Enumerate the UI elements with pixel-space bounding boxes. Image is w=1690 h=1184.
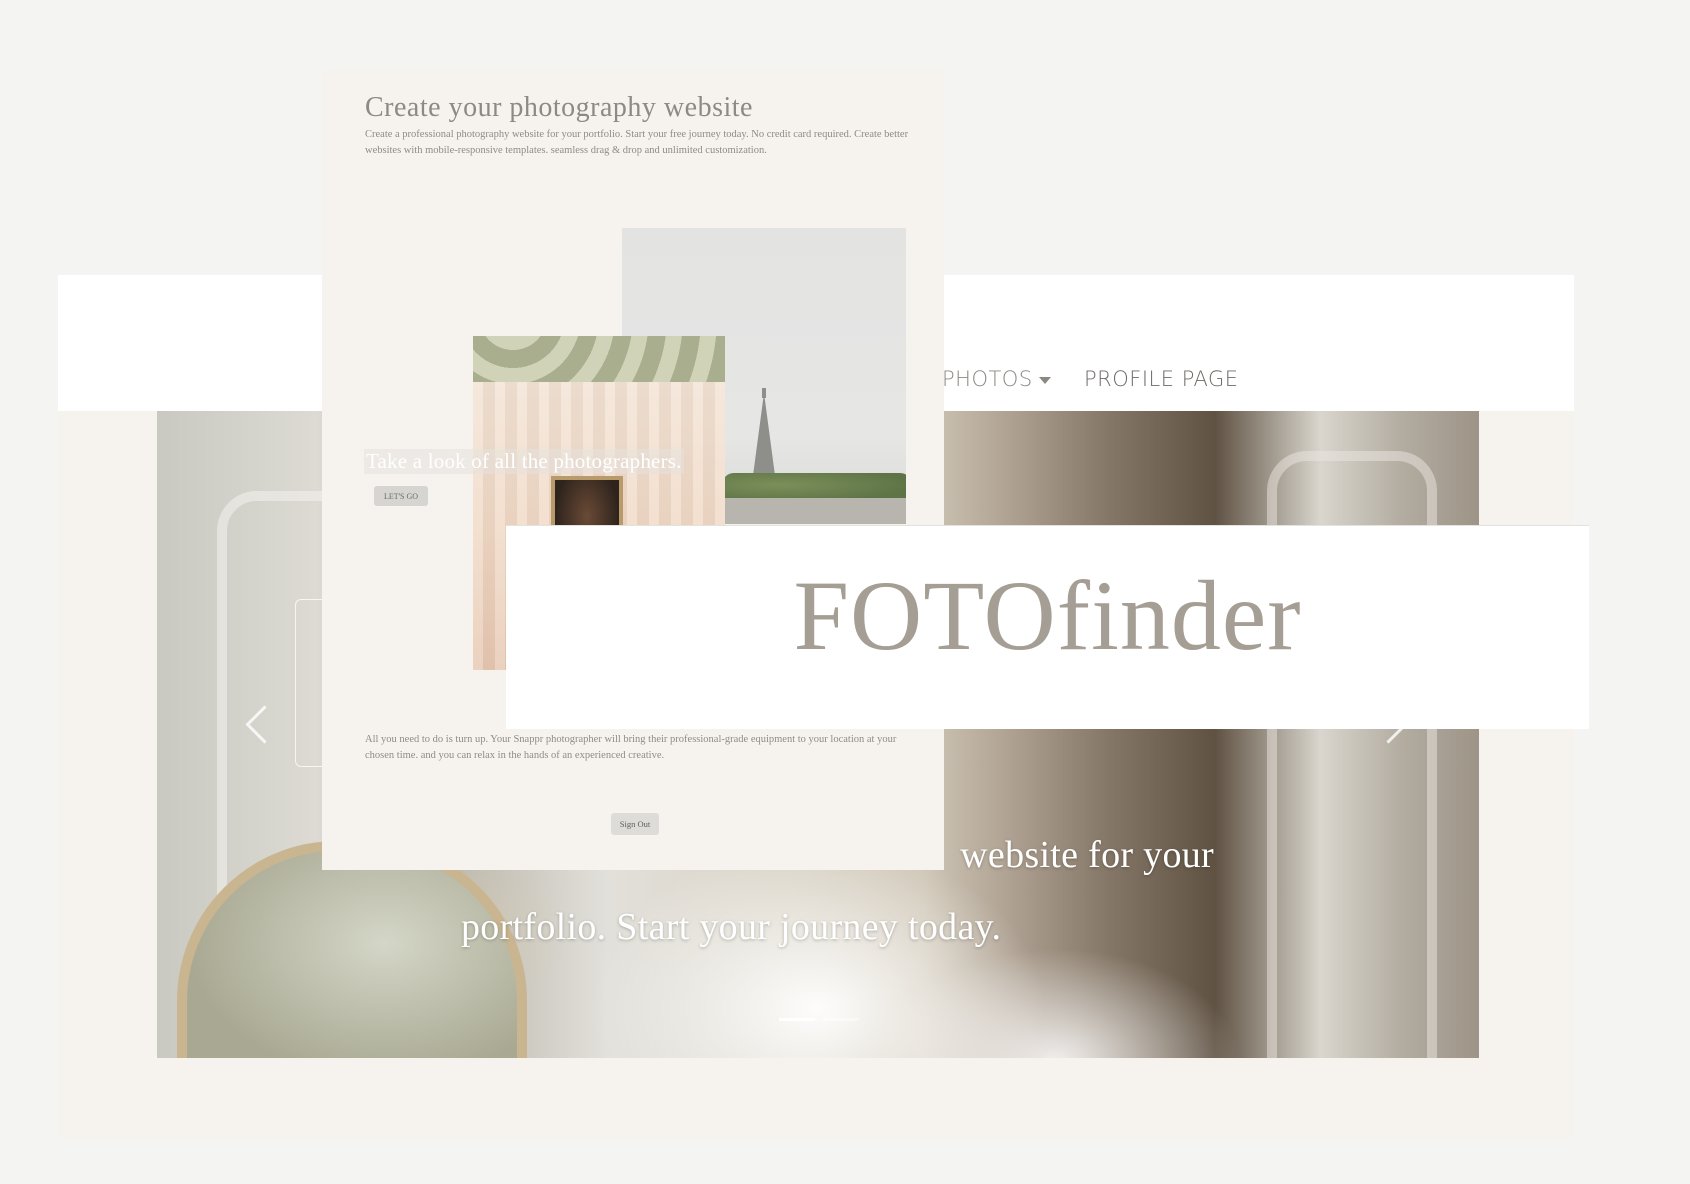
signup-description: Create a professional photography websit… (365, 129, 909, 156)
hero-caption-line: portfolio. Start your journey today. (461, 906, 1002, 948)
nav-item-photos[interactable]: PHOTOS (942, 367, 1051, 391)
carousel-indicator-1[interactable] (779, 1018, 815, 1021)
signup-note: All you need to do is turn up. Your Snap… (365, 734, 897, 761)
photographers-heading: Take a look of all the photographers. (364, 449, 684, 474)
nav-item-label: PROFILE PAGE (1084, 367, 1239, 391)
fotofinder-logo: FOTOfinder (793, 560, 1302, 671)
bridge-decor (722, 498, 906, 524)
signup-title: Create your photography website (365, 92, 753, 123)
curtain-valance-decor (473, 336, 725, 382)
caret-down-icon (1038, 376, 1051, 384)
nav-item-label: PHOTOS (942, 367, 1033, 391)
logo-banner: FOTOfinder (506, 525, 1589, 729)
carousel-indicators (779, 1008, 867, 1026)
signup-panel: Create your photography website Create a… (322, 70, 944, 870)
sign-out-button[interactable]: Sign Out (611, 813, 659, 835)
nav-item-profile-page[interactable]: PROFILE PAGE (1084, 367, 1239, 391)
carousel-indicator-2[interactable] (823, 1018, 859, 1021)
eiffel-tower-decor (752, 393, 776, 483)
lets-go-button[interactable]: LET'S GO (374, 486, 428, 506)
